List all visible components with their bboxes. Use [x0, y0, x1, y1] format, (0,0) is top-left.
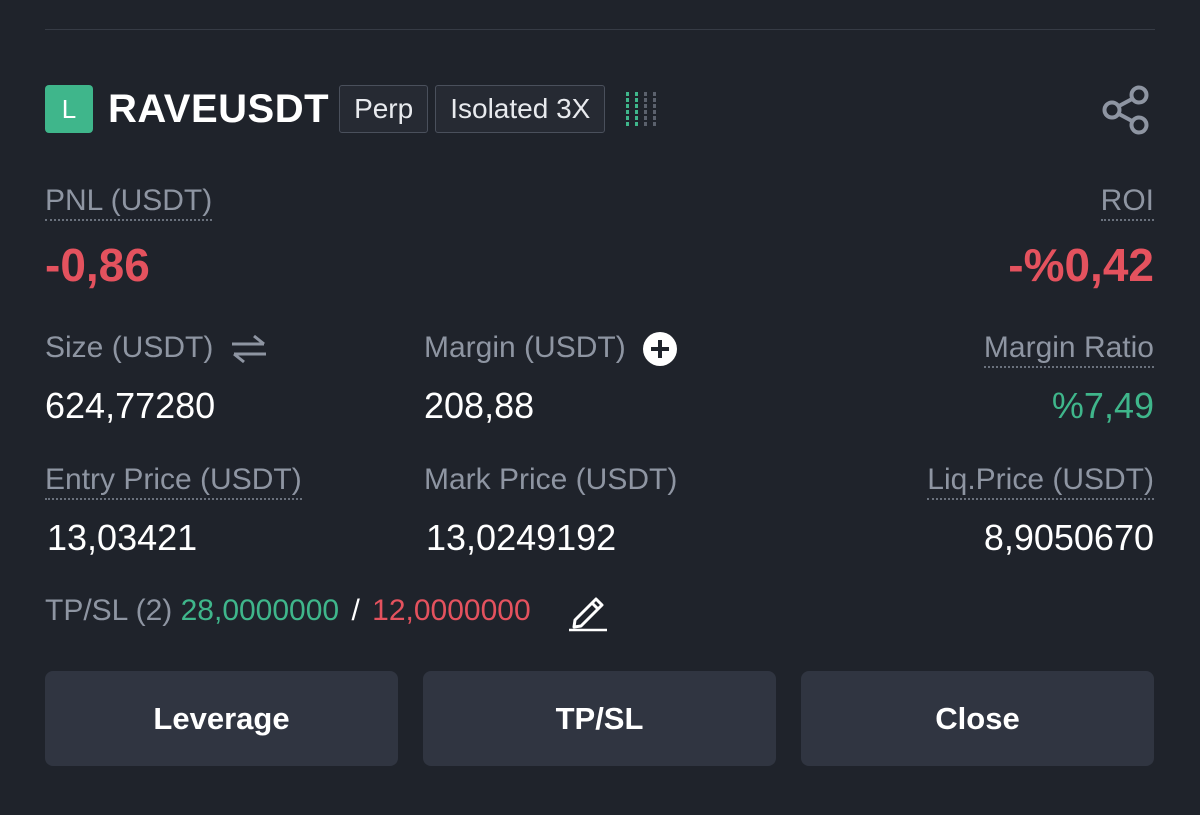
entry-price-label-wrap[interactable]: Entry Price (USDT) [45, 462, 302, 500]
leverage-button[interactable]: Leverage [45, 671, 398, 766]
plus-circle-icon[interactable] [642, 331, 678, 367]
roi-label-wrap[interactable]: ROI [1100, 183, 1154, 221]
tpsl-button[interactable]: TP/SL [423, 671, 776, 766]
position-header: L RAVEUSDT Perp Isolated 3X [45, 84, 657, 134]
margin-ratio-label-wrap[interactable]: Margin Ratio [983, 330, 1154, 368]
tpsl-separator: / [351, 594, 360, 627]
pnl-label-wrap[interactable]: PNL (USDT) [45, 183, 213, 221]
pnl-label[interactable]: PNL (USDT) [45, 184, 213, 221]
entry-price-value: 13,03421 [47, 517, 198, 558]
swap-arrows-icon[interactable] [230, 334, 268, 364]
entry-price-label[interactable]: Entry Price (USDT) [45, 463, 302, 500]
liq-price-value: 8,9050670 [983, 517, 1154, 558]
share-icon[interactable] [1100, 84, 1152, 136]
close-button[interactable]: Close [801, 671, 1154, 766]
tpsl-label: TP/SL (2) [45, 594, 173, 627]
liq-price-label[interactable]: Liq.Price (USDT) [927, 463, 1154, 500]
signal-strength-icon [626, 92, 657, 126]
margin-mode-tag[interactable]: Isolated 3X [435, 85, 606, 133]
margin-label: Margin (USDT) [424, 331, 626, 364]
roi-value: -%0,42 [1008, 239, 1154, 291]
mark-price-value: 13,0249192 [426, 517, 617, 558]
margin-ratio-value: %7,49 [1051, 385, 1154, 426]
contract-type-tag: Perp [339, 85, 429, 133]
pnl-value: -0,86 [45, 239, 150, 291]
margin-label-wrap: Margin (USDT) [424, 330, 678, 367]
size-value: 624,77280 [45, 385, 216, 426]
mark-price-label: Mark Price (USDT) [424, 463, 678, 496]
roi-label[interactable]: ROI [1100, 184, 1154, 221]
symbol-name[interactable]: RAVEUSDT [108, 87, 329, 132]
take-profit-value: 28,0000000 [180, 594, 340, 627]
stop-loss-value: 12,0000000 [372, 594, 531, 627]
top-divider [45, 29, 1155, 30]
pencil-icon[interactable] [567, 592, 609, 632]
long-side-badge: L [45, 85, 93, 133]
size-label: Size (USDT) [45, 331, 214, 364]
position-card: L RAVEUSDT Perp Isolated 3X PNL (USDT) -… [0, 0, 1200, 815]
size-label-wrap: Size (USDT) [45, 330, 268, 366]
margin-ratio-label[interactable]: Margin Ratio [983, 331, 1154, 368]
liq-price-label-wrap[interactable]: Liq.Price (USDT) [927, 462, 1154, 500]
margin-value: 208,88 [424, 385, 535, 426]
tpsl-summary: TP/SL (2) 28,0000000 / 12,0000000 [45, 592, 609, 632]
